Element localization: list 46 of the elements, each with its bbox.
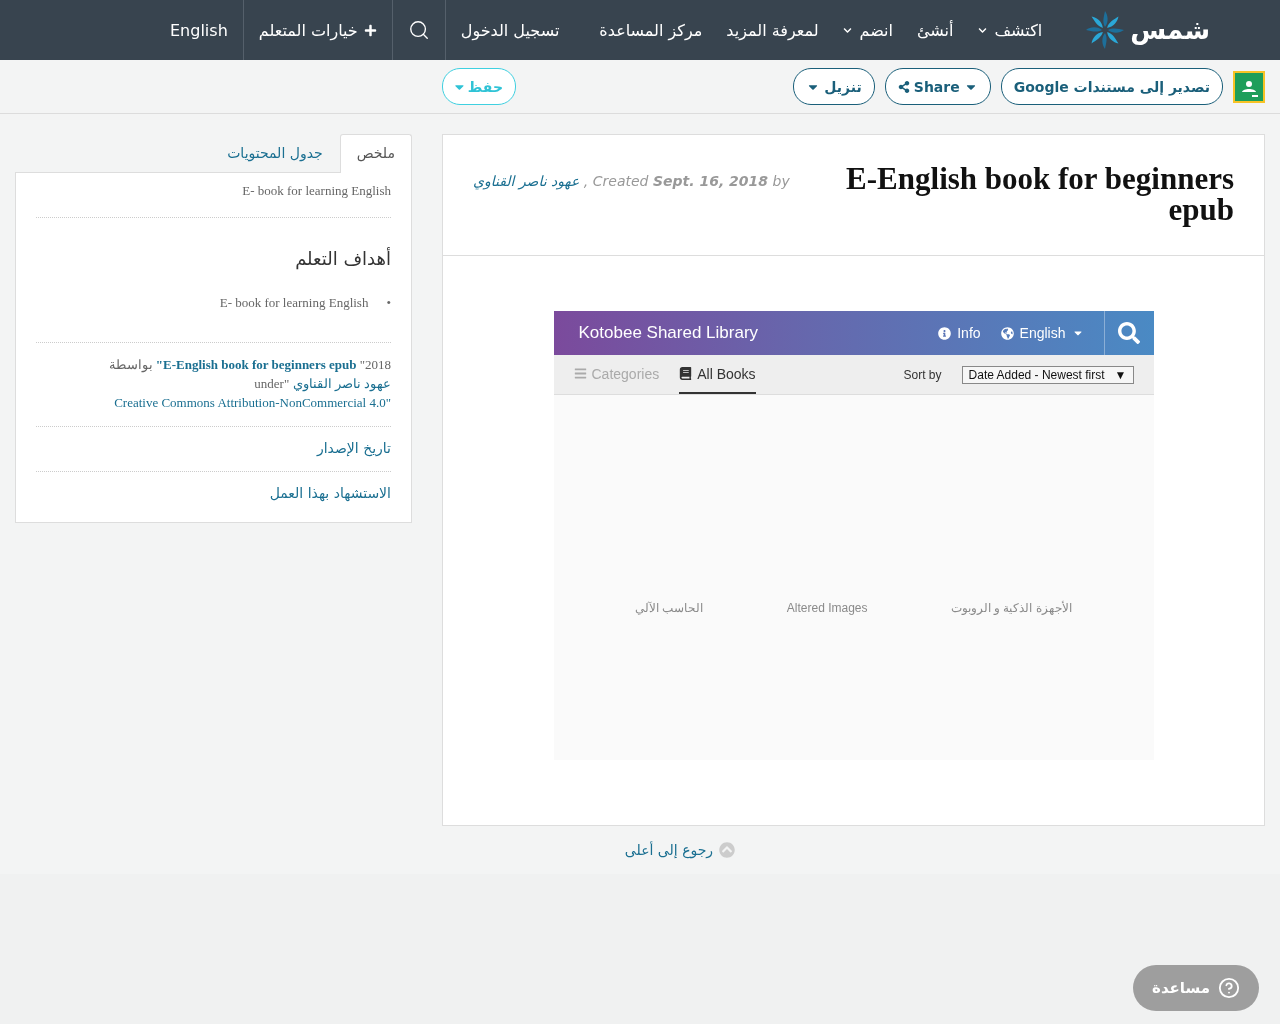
help-icon xyxy=(1218,977,1240,999)
bullet-mark: • xyxy=(386,294,391,312)
summary-text: E- book for learning English xyxy=(241,183,391,199)
citation-link[interactable]: "Creative Commons Attribution-NonCommercial 4.0 xyxy=(114,395,391,410)
globe-icon xyxy=(1000,326,1014,340)
category-label[interactable]: الأجهزة الذكية و الروبوت xyxy=(950,601,1072,615)
viewer-title: Kotobee Shared Library xyxy=(578,323,760,343)
info-link[interactable]: Info xyxy=(938,325,981,341)
objective-item: E- book for learning English xyxy=(219,294,369,312)
nav-item[interactable]: انضم xyxy=(830,0,905,60)
share-button[interactable]: Share xyxy=(884,68,991,105)
nav-item[interactable]: أنشئ xyxy=(905,0,966,60)
sidebar-link[interactable]: الاستشهاد بهذا العمل xyxy=(269,485,391,501)
classroom-icon[interactable] xyxy=(1233,70,1265,103)
info-icon xyxy=(938,326,952,340)
language-link[interactable]: English xyxy=(155,0,243,60)
category-label[interactable]: الحاسب الآلي xyxy=(635,601,704,615)
sort-select[interactable]: Date Added - Newest first ▼ xyxy=(961,365,1134,384)
sidebar-tab[interactable]: جدول المحتويات xyxy=(210,134,340,173)
category-label[interactable]: Altered Images xyxy=(786,601,868,615)
chevron-down-icon xyxy=(842,25,852,35)
author-link[interactable]: عهود ناصر القناوي xyxy=(473,173,580,189)
share-icon xyxy=(897,80,910,93)
language-dropdown[interactable]: English xyxy=(1000,325,1084,341)
viewer-tab[interactable]: All Books xyxy=(679,355,756,394)
export-button[interactable]: تصدير إلى مستندات Google xyxy=(1000,68,1223,105)
menu-icon xyxy=(573,367,587,380)
chevron-up-icon xyxy=(719,842,736,858)
chevron-down-icon xyxy=(977,25,987,35)
search-icon xyxy=(1118,322,1140,344)
download-button[interactable]: تنزيل xyxy=(793,68,875,105)
nav-item[interactable]: لمعرفة المزيد xyxy=(714,0,831,60)
nav-item[interactable]: مركز المساعدة xyxy=(587,0,715,60)
objectives-heading: أهداف التعلم xyxy=(294,248,391,269)
resource-title: E-English book for beginners epub xyxy=(845,163,1234,225)
site-logo[interactable]: شمس xyxy=(1084,0,1210,60)
sort-label: Sort by xyxy=(903,367,942,382)
plus-icon xyxy=(363,23,377,37)
sidebar-tab[interactable]: ملخص xyxy=(339,134,412,173)
title-link[interactable]: E-English book for beginners epub" xyxy=(155,357,357,372)
sidebar-link[interactable]: تاريخ الإصدار xyxy=(316,440,391,456)
book-icon xyxy=(679,367,693,380)
search-icon xyxy=(407,19,430,41)
back-to-top-link[interactable]: رجوع إلى أعلى xyxy=(624,842,736,858)
citation-link[interactable]: عهود ناصر القناوي xyxy=(292,376,391,391)
nav-item[interactable]: اكتشف xyxy=(965,0,1055,60)
